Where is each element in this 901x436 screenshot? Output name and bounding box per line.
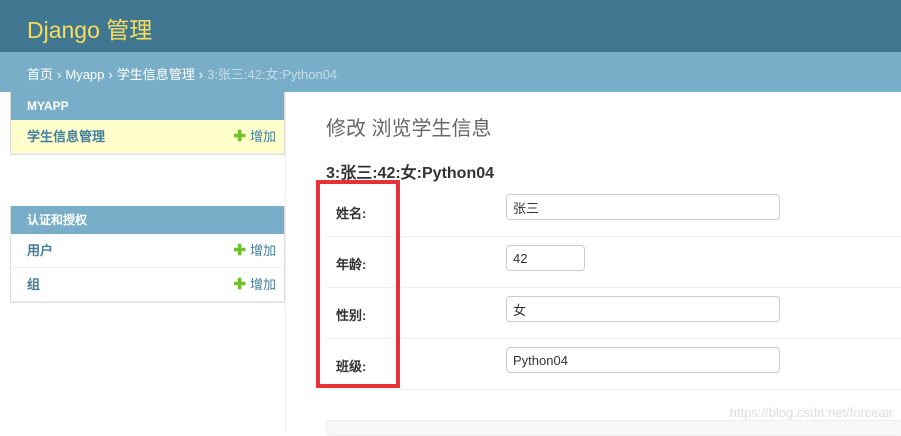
model-link-groups[interactable]: 组 xyxy=(27,268,40,301)
plus-icon: ✚ xyxy=(233,128,246,145)
watermark-text: https://blog.csdn.net/forceair xyxy=(729,405,893,420)
object-title: 3:张三:42:女:Python04 xyxy=(326,165,495,182)
model-link-student-info[interactable]: 学生信息管理 xyxy=(27,120,105,153)
age-label: 年龄: xyxy=(336,257,367,272)
model-link-users[interactable]: 用户 xyxy=(27,234,53,267)
add-label: 增加 xyxy=(249,129,276,144)
name-field[interactable] xyxy=(506,194,780,220)
breadcrumb-app-link[interactable]: Myapp xyxy=(65,67,104,82)
site-header: Django 管理 xyxy=(0,0,901,52)
form-row-name: 姓名: xyxy=(326,185,901,237)
name-label: 姓名: xyxy=(336,206,367,221)
gender-label: 性别: xyxy=(336,308,367,323)
gender-field[interactable] xyxy=(506,296,780,322)
submit-row xyxy=(326,420,901,436)
age-field[interactable] xyxy=(506,245,585,271)
site-branding[interactable]: Django 管理 xyxy=(27,11,152,45)
module-caption-auth[interactable]: 认证和授权 xyxy=(11,206,284,234)
sidebar-nav: MYAPP 学生信息管理 ✚ 增加 认证和授权 用户 ✚ 增加 组 ✚ 增加 xyxy=(10,92,286,432)
sidebar-item-users: 用户 ✚ 增加 xyxy=(11,234,284,268)
plus-icon: ✚ xyxy=(233,242,246,259)
form-row-gender: 性别: xyxy=(326,287,901,339)
add-label: 增加 xyxy=(249,243,276,258)
app-module-auth: 认证和授权 用户 ✚ 增加 组 ✚ 增加 xyxy=(10,206,285,303)
breadcrumb-separator: › xyxy=(57,67,62,82)
breadcrumb: 首页 › Myapp › 学生信息管理 › 3:张三:42:女:Python04 xyxy=(0,52,901,92)
breadcrumb-home-link[interactable]: 首页 xyxy=(27,67,53,82)
sidebar-item-groups: 组 ✚ 增加 xyxy=(11,268,284,302)
add-user-link[interactable]: ✚ 增加 xyxy=(233,234,276,267)
form-row-class: 班级: xyxy=(326,338,901,390)
breadcrumb-current: 3:张三:42:女:Python04 xyxy=(207,67,338,82)
class-label: 班级: xyxy=(336,359,367,374)
form-row-age: 年龄: xyxy=(326,236,901,288)
app-module-myapp: MYAPP 学生信息管理 ✚ 增加 xyxy=(10,92,285,155)
class-field[interactable] xyxy=(506,347,780,373)
sidebar-item-student-info: 学生信息管理 ✚ 增加 xyxy=(11,120,284,154)
breadcrumb-model-link[interactable]: 学生信息管理 xyxy=(117,67,195,82)
breadcrumb-separator: › xyxy=(198,67,204,82)
add-group-link[interactable]: ✚ 增加 xyxy=(233,268,276,301)
module-caption-myapp[interactable]: MYAPP xyxy=(11,92,284,120)
plus-icon: ✚ xyxy=(233,276,246,293)
page-title: 修改 浏览学生信息 xyxy=(326,118,492,140)
add-label: 增加 xyxy=(249,277,276,292)
add-student-info-link[interactable]: ✚ 增加 xyxy=(233,120,276,153)
breadcrumb-separator: › xyxy=(108,67,113,82)
main-content: 修改 浏览学生信息 3:张三:42:女:Python04 姓名: 年龄: 性别:… xyxy=(326,92,901,432)
